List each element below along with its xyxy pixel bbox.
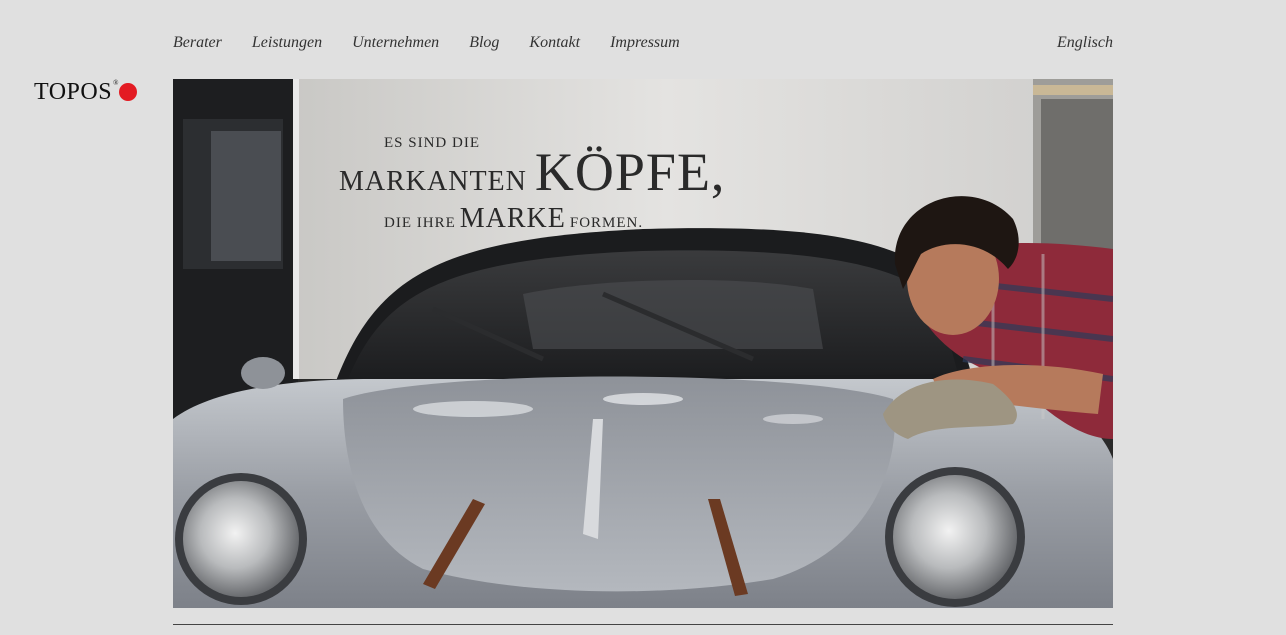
nav-item-kontakt[interactable]: Kontakt [529,32,580,54]
hero-tagline: Es sind die markanten Köpfe, die ihre Mar… [339,134,725,236]
tagline-line-3: die ihre Marke formen. [384,203,725,236]
tagline-die-ihre: die ihre [384,215,456,231]
tagline-formen: formen. [569,215,644,231]
nav-item-blog[interactable]: Blog [469,32,499,54]
tagline-marke: Marke [459,203,566,234]
nav-item-leistungen[interactable]: Leistungen [252,32,322,54]
nav-item-berater[interactable]: Berater [173,32,222,54]
nav-item-impressum[interactable]: Impressum [610,32,680,54]
logo-text: TOPOS [34,79,113,105]
hero-image: Es sind die markanten Köpfe, die ihre Mar… [173,79,1113,608]
tagline-markanten: markanten [339,166,527,197]
page: TOPOS ® Berater Leistungen Unternehmen B… [0,0,1286,635]
tagline-line-2: markanten Köpfe, [339,145,725,206]
nav-item-unternehmen[interactable]: Unternehmen [352,32,439,54]
main-nav: Berater Leistungen Unternehmen Blog Kont… [173,32,710,54]
divider [173,624,1113,625]
registered-mark: ® [113,79,119,87]
language-switch[interactable]: Englisch [1057,32,1113,54]
logo[interactable]: TOPOS ® [34,78,138,106]
tagline-koepfe: Köpfe, [534,142,726,202]
logo-dot-icon [119,83,138,101]
